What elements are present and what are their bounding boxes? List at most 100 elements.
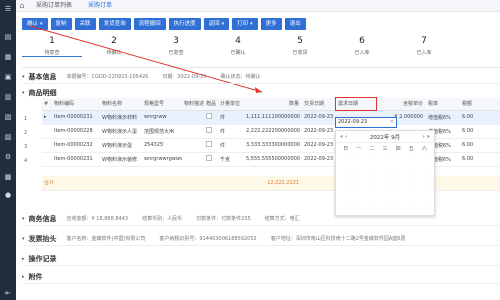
exit-button[interactable]: 退出 — [284, 18, 306, 30]
col-header[interactable]: 规格型号 — [142, 98, 182, 111]
col-header[interactable]: 交货日期 — [302, 98, 336, 111]
calendar-day[interactable]: · — [418, 156, 431, 165]
delivery-date[interactable]: 2022-09-23 — [302, 124, 336, 139]
user-icon[interactable]: ● — [3, 190, 13, 200]
prev-month-icon[interactable]: « ‹ — [340, 134, 347, 140]
calendar-day[interactable]: · — [339, 178, 352, 187]
calendar-day[interactable]: · — [378, 178, 391, 187]
collapse-icon[interactable]: ▾ — [22, 216, 25, 222]
gift-checkbox[interactable] — [204, 138, 218, 153]
calendar-day[interactable]: · — [418, 167, 431, 176]
year-label[interactable]: 2022年 — [370, 135, 390, 141]
col-header[interactable]: 税率 — [426, 98, 460, 111]
calendar-day[interactable]: · — [339, 200, 352, 209]
cart-icon[interactable]: ▥ — [3, 92, 13, 102]
row-select[interactable] — [42, 152, 52, 167]
invoice-section[interactable]: ▾ 发票抬头 客户名称：金蝶软件(中国)有限公司 客户纳税识别号：9144030… — [22, 232, 500, 246]
delivery-date[interactable]: 2022-09-23 — [302, 152, 336, 167]
link-button[interactable]: 关联 — [74, 18, 96, 30]
collapse-icon[interactable]: ▸ — [22, 256, 25, 262]
tab-purchase-order[interactable]: 采购订单 — [80, 0, 120, 12]
table-row[interactable]: ▸ Item-00000231 W物料演示材料 wnrgrww 件 1,111.… — [42, 110, 500, 125]
calendar-day[interactable]: · — [392, 156, 405, 165]
gift-checkbox[interactable] — [204, 110, 218, 125]
more-button[interactable]: 更多 — [260, 18, 282, 30]
collapse-icon[interactable]: ▸ — [22, 274, 25, 280]
calendar-day[interactable]: · — [405, 156, 418, 165]
calendar-day[interactable]: · — [378, 167, 391, 176]
gift-checkbox[interactable] — [204, 124, 218, 139]
calendar-day[interactable]: · — [365, 178, 378, 187]
calendar-day[interactable]: · — [352, 156, 365, 165]
calendar-day[interactable]: · — [378, 189, 391, 198]
calendar-day[interactable]: · — [365, 156, 378, 165]
calendar-day[interactable]: · — [418, 200, 431, 209]
workflow-withdraw-button[interactable]: 流程撤回 — [133, 18, 166, 30]
delivery-date[interactable]: 2022-09-23 — [302, 138, 336, 153]
calendar-day[interactable]: · — [392, 189, 405, 198]
calendar-day[interactable]: · — [378, 156, 391, 165]
confirm-button[interactable]: 确认 ▾ — [22, 18, 48, 30]
calendar-day[interactable]: · — [392, 178, 405, 187]
basic-info-section[interactable]: ▾ 基本信息 单据编号：CGDD-220923-105426 日期：2022-0… — [22, 70, 500, 84]
calendar-day[interactable]: · — [352, 189, 365, 198]
copy-button[interactable]: 复制 — [50, 18, 72, 30]
calendar-day[interactable]: · — [365, 189, 378, 198]
col-header[interactable]: 物料编码 — [52, 98, 100, 111]
operations-section[interactable]: ▸ 操作记录 — [22, 252, 500, 266]
row-select[interactable] — [42, 124, 52, 139]
calendar-day[interactable]: · — [339, 189, 352, 198]
calendar-day[interactable]: · — [352, 178, 365, 187]
calendar-day[interactable]: · — [365, 200, 378, 209]
col-header[interactable]: 税额 — [460, 98, 500, 111]
calendar-day[interactable]: · — [365, 167, 378, 176]
gift-checkbox[interactable] — [204, 152, 218, 167]
need-date-header[interactable]: 需求日期 — [335, 97, 377, 111]
calendar-day[interactable]: · — [392, 167, 405, 176]
calendar-day[interactable]: · — [418, 178, 431, 187]
col-header[interactable]: 数量 — [244, 98, 302, 111]
col-header[interactable]: 物料描述 — [182, 98, 204, 111]
business-section[interactable]: ▾ 商务信息 应收金额：¥ 18,888.8443 结算币别：人民币 付款条件：… — [22, 212, 500, 226]
calendar-day[interactable]: · — [418, 189, 431, 198]
attachments-section[interactable]: ▸ 附件 — [22, 270, 500, 284]
calendar-day[interactable]: · — [352, 200, 365, 209]
folder-icon[interactable]: ▦ — [3, 52, 13, 62]
next-month-icon[interactable]: › » — [423, 134, 430, 140]
month-label[interactable]: 9月 — [391, 135, 400, 141]
collapse-icon[interactable]: ▾ — [22, 74, 25, 80]
gear-icon[interactable]: ⚙ — [3, 152, 13, 162]
calendar-day[interactable]: · — [405, 178, 418, 187]
calendar-day[interactable]: · — [405, 189, 418, 198]
need-date-input[interactable]: 2022-09-23 ✕ — [335, 117, 397, 128]
collapse-icon[interactable]: ▾ — [22, 90, 25, 96]
menu-icon[interactable]: ☰ — [3, 4, 13, 14]
clear-icon[interactable]: ✕ — [390, 118, 394, 127]
row-select[interactable]: ▸ — [42, 110, 52, 125]
tab-order-list[interactable]: 采购订单列表 — [28, 0, 80, 12]
calendar-day[interactable]: · — [392, 200, 405, 209]
progress-button[interactable]: 执行进度 — [168, 18, 201, 30]
delivery-date[interactable]: 2022-09-23 — [302, 110, 336, 125]
document-icon[interactable]: ▤ — [3, 32, 13, 42]
return-button[interactable]: 返回 ▾ — [203, 18, 230, 30]
delivery-query-button[interactable]: 发货查询 — [98, 18, 131, 30]
calendar-day[interactable]: · — [378, 200, 391, 209]
col-header[interactable]: 计量单位 — [218, 98, 244, 111]
box-icon[interactable]: ▣ — [3, 72, 13, 82]
print-button[interactable]: 打印 ▾ — [232, 18, 258, 30]
calendar-day[interactable]: · — [405, 200, 418, 209]
collapse-icon[interactable]: ▾ — [22, 236, 25, 242]
chart-icon[interactable]: ▩ — [3, 172, 13, 182]
calendar-day[interactable]: · — [339, 167, 352, 176]
calendar-day[interactable]: · — [339, 156, 352, 165]
calendar-day[interactable]: · — [352, 167, 365, 176]
grid-icon[interactable]: ▨ — [3, 132, 13, 142]
col-header[interactable]: 含税单价 — [382, 98, 426, 111]
col-header[interactable]: 物料名称 — [100, 98, 142, 111]
calendar-day[interactable]: · — [405, 167, 418, 176]
row-select[interactable] — [42, 138, 52, 153]
col-header[interactable]: 赠品 — [204, 98, 218, 111]
logout-icon[interactable]: ⇤ — [3, 288, 13, 298]
cube-icon[interactable]: ▧ — [3, 112, 13, 122]
